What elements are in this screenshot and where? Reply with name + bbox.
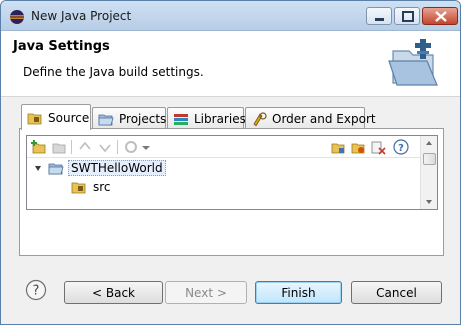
add-folder-icon[interactable] bbox=[31, 139, 47, 155]
chevron-down-icon[interactable] bbox=[141, 139, 151, 155]
projects-icon bbox=[98, 114, 114, 125]
tab-projects-label: Projects bbox=[119, 111, 167, 126]
tab-order-and-export[interactable]: Order and Export bbox=[245, 107, 376, 129]
libraries-icon bbox=[174, 113, 188, 125]
link-folder-icon[interactable] bbox=[51, 139, 67, 155]
finish-button[interactable]: Finish bbox=[255, 281, 342, 304]
tree-item-label: SWTHelloWorld bbox=[68, 160, 166, 176]
svg-text:?: ? bbox=[33, 284, 40, 299]
tab-order-and-export-label: Order and Export bbox=[272, 111, 376, 126]
tree-item-project[interactable]: SWTHelloWorld bbox=[33, 159, 166, 177]
source-folder-icon bbox=[27, 113, 42, 124]
tree-item-label: src bbox=[93, 180, 111, 194]
tab-libraries[interactable]: Libraries bbox=[167, 107, 246, 129]
up-icon[interactable] bbox=[77, 139, 93, 155]
maximize-icon bbox=[402, 11, 414, 22]
help-icon[interactable]: ? bbox=[393, 139, 409, 155]
project-folder-icon bbox=[48, 163, 64, 175]
title-bar[interactable]: New Java Project bbox=[1, 1, 460, 31]
svg-text:?: ? bbox=[398, 143, 404, 154]
vertical-scrollbar[interactable] bbox=[420, 136, 437, 209]
next-button[interactable]: Next > bbox=[165, 281, 247, 304]
tab-source-label: Source bbox=[48, 110, 90, 125]
tab-source[interactable]: Source bbox=[21, 104, 91, 130]
add-source-folder-icon[interactable] bbox=[330, 139, 346, 155]
scrollbar-thumb[interactable] bbox=[423, 153, 436, 165]
source-tab-panel: ? SWTHelloWorld src bbox=[19, 128, 444, 256]
maximize-button[interactable] bbox=[394, 7, 420, 25]
scroll-down-icon[interactable] bbox=[421, 195, 437, 209]
close-button[interactable] bbox=[422, 7, 458, 25]
eclipse-icon bbox=[10, 10, 24, 24]
cancel-button[interactable]: Cancel bbox=[351, 281, 442, 304]
help-button[interactable]: ? bbox=[25, 279, 47, 301]
tab-libraries-label: Libraries bbox=[194, 111, 246, 126]
configure-icon[interactable] bbox=[123, 139, 139, 155]
back-button[interactable]: < Back bbox=[64, 281, 163, 304]
tab-projects[interactable]: Projects bbox=[92, 107, 166, 129]
toolbar-separator bbox=[117, 140, 118, 154]
new-java-project-dialog: New Java Project Java Settings Define th… bbox=[0, 0, 461, 325]
window-title: New Java Project bbox=[31, 9, 132, 23]
order-export-icon bbox=[253, 111, 267, 126]
wizard-banner: Java Settings Define the Java build sett… bbox=[1, 31, 460, 97]
scroll-up-icon[interactable] bbox=[421, 136, 437, 150]
page-title: Java Settings bbox=[13, 39, 110, 54]
source-folder-icon bbox=[71, 182, 86, 194]
down-icon[interactable] bbox=[97, 139, 113, 155]
tree-item-src[interactable]: src bbox=[71, 178, 113, 196]
minimize-icon bbox=[375, 18, 384, 21]
java-project-wizard-icon bbox=[388, 39, 438, 86]
page-description: Define the Java build settings. bbox=[23, 65, 204, 79]
expanded-triangle-icon[interactable] bbox=[33, 163, 43, 173]
remove-icon[interactable] bbox=[370, 139, 386, 155]
tree-toolbar: ? bbox=[27, 136, 437, 158]
toolbar-separator bbox=[71, 140, 72, 154]
source-folders-tree[interactable]: ? SWTHelloWorld src bbox=[26, 135, 438, 210]
close-icon bbox=[435, 11, 447, 22]
link-source-icon[interactable] bbox=[350, 139, 366, 155]
minimize-button[interactable] bbox=[366, 7, 392, 25]
